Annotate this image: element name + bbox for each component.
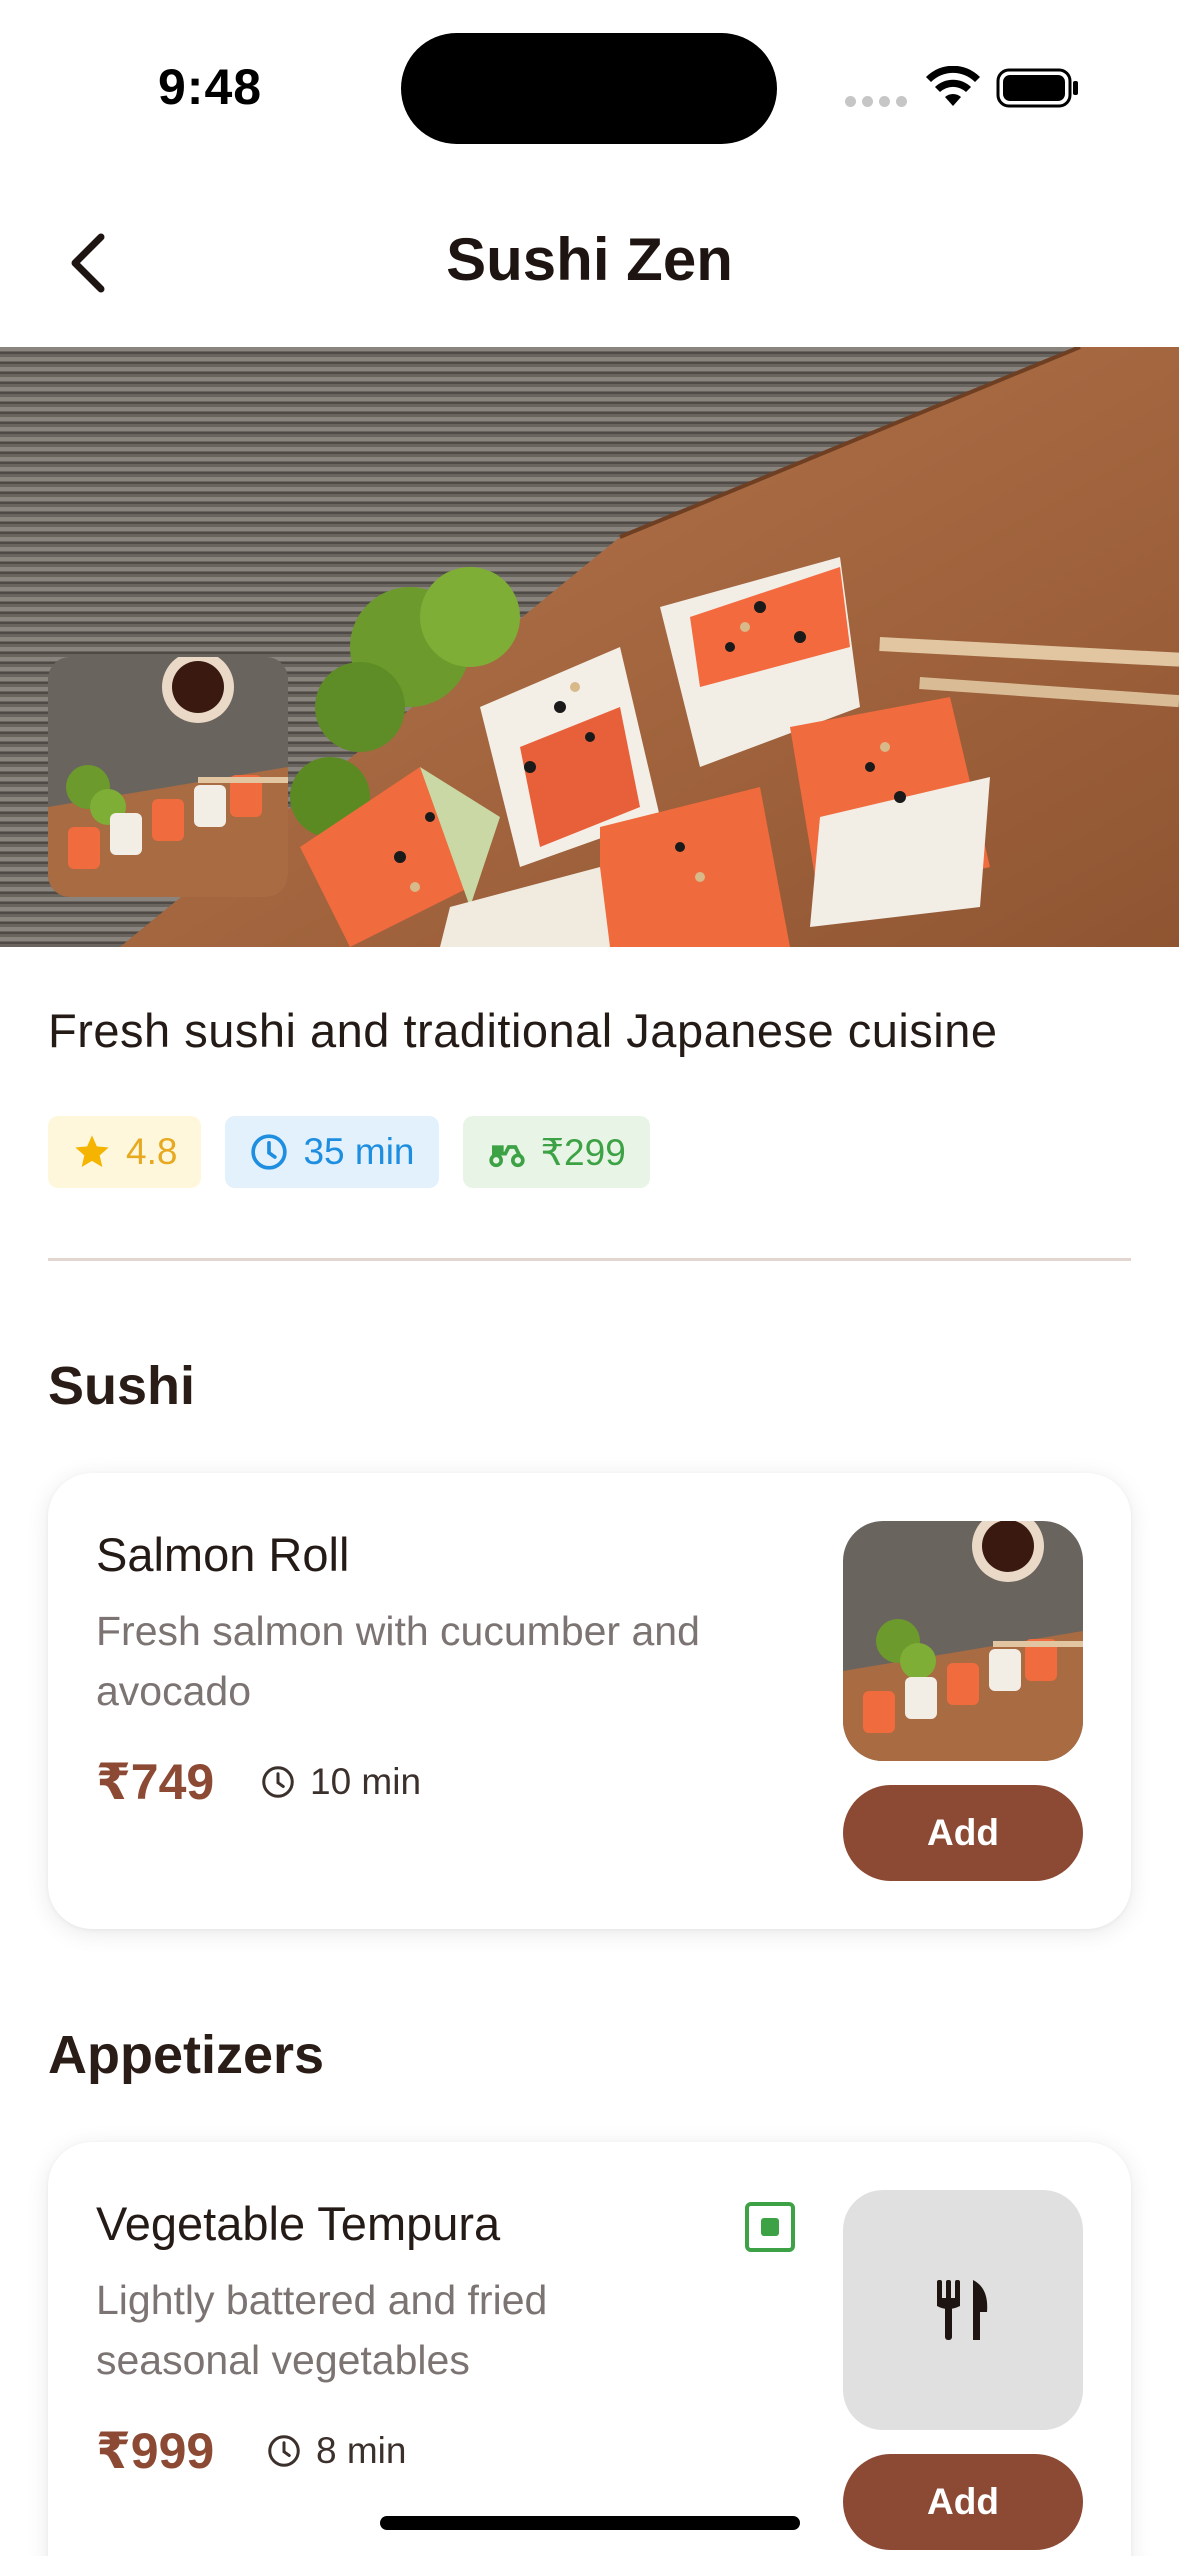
- menu-item-prep-time: 10 min: [260, 1761, 421, 1803]
- wifi-icon: [926, 66, 980, 106]
- home-indicator: [380, 2516, 800, 2530]
- section-title-appetizers: Appetizers: [48, 2025, 325, 2085]
- delivery-fee-badge: ₹299: [462, 1116, 650, 1188]
- delivery-time-value: 35 min: [303, 1131, 415, 1172]
- rating-value: 4.8: [126, 1131, 178, 1172]
- clock-icon: [251, 1134, 288, 1170]
- rating-badge: 4.8: [48, 1116, 202, 1188]
- scooter-icon: [488, 1145, 525, 1168]
- menu-item-card[interactable]: Vegetable Tempura Lightly battered and f…: [48, 2142, 1131, 2556]
- clock-icon: [262, 1766, 294, 1798]
- delivery-fee-value: ₹299: [540, 1131, 626, 1173]
- restaurant-info-badges: 4.8 35 min ₹299: [48, 1116, 650, 1188]
- menu-item-name: Salmon Roll: [96, 1528, 350, 1581]
- menu-item-card[interactable]: Salmon Roll Fresh salmon with cucumber a…: [48, 1473, 1131, 1929]
- divider: [48, 1258, 1131, 1261]
- restaurant-description: Fresh sushi and traditional Japanese cui…: [48, 1004, 998, 1057]
- add-button[interactable]: Add: [843, 2454, 1083, 2550]
- star-icon: [75, 1135, 109, 1167]
- section-title-sushi: Sushi: [48, 1356, 196, 1416]
- delivery-time-badge: 35 min: [225, 1116, 439, 1188]
- dynamic-island: [401, 33, 777, 144]
- menu-item-price: ₹749: [96, 1754, 215, 1810]
- menu-item-description: Lightly battered and fried seasonal vege…: [96, 2277, 548, 2383]
- menu-item-price: ₹999: [96, 2423, 215, 2479]
- menu-item-time-value: 8 min: [316, 2430, 407, 2471]
- add-button[interactable]: Add: [843, 1785, 1083, 1881]
- page-title: Sushi Zen: [446, 226, 733, 293]
- restaurant-cover-image: [0, 347, 1179, 947]
- menu-item-description: Fresh salmon with cucumber and avocado: [96, 1608, 700, 1714]
- menu-item-prep-time: 8 min: [266, 2430, 406, 2472]
- status-bar: 9:48: [0, 0, 1179, 175]
- battery-icon: [996, 68, 1078, 108]
- restaurant-logo-image: [48, 657, 288, 897]
- clock-icon: [268, 2435, 300, 2467]
- fork-knife-icon: [937, 2280, 988, 2340]
- menu-item-image: [843, 1521, 1083, 1761]
- menu-item-image-placeholder: [843, 2190, 1083, 2430]
- cellular-signal-icon: [845, 96, 907, 107]
- menu-item-name: Vegetable Tempura: [96, 2197, 501, 2250]
- veg-indicator-icon: [745, 2202, 795, 2252]
- menu-item-time-value: 10 min: [310, 1761, 422, 1802]
- status-time: 9:48: [158, 59, 263, 115]
- header: Sushi Zen: [0, 175, 1179, 347]
